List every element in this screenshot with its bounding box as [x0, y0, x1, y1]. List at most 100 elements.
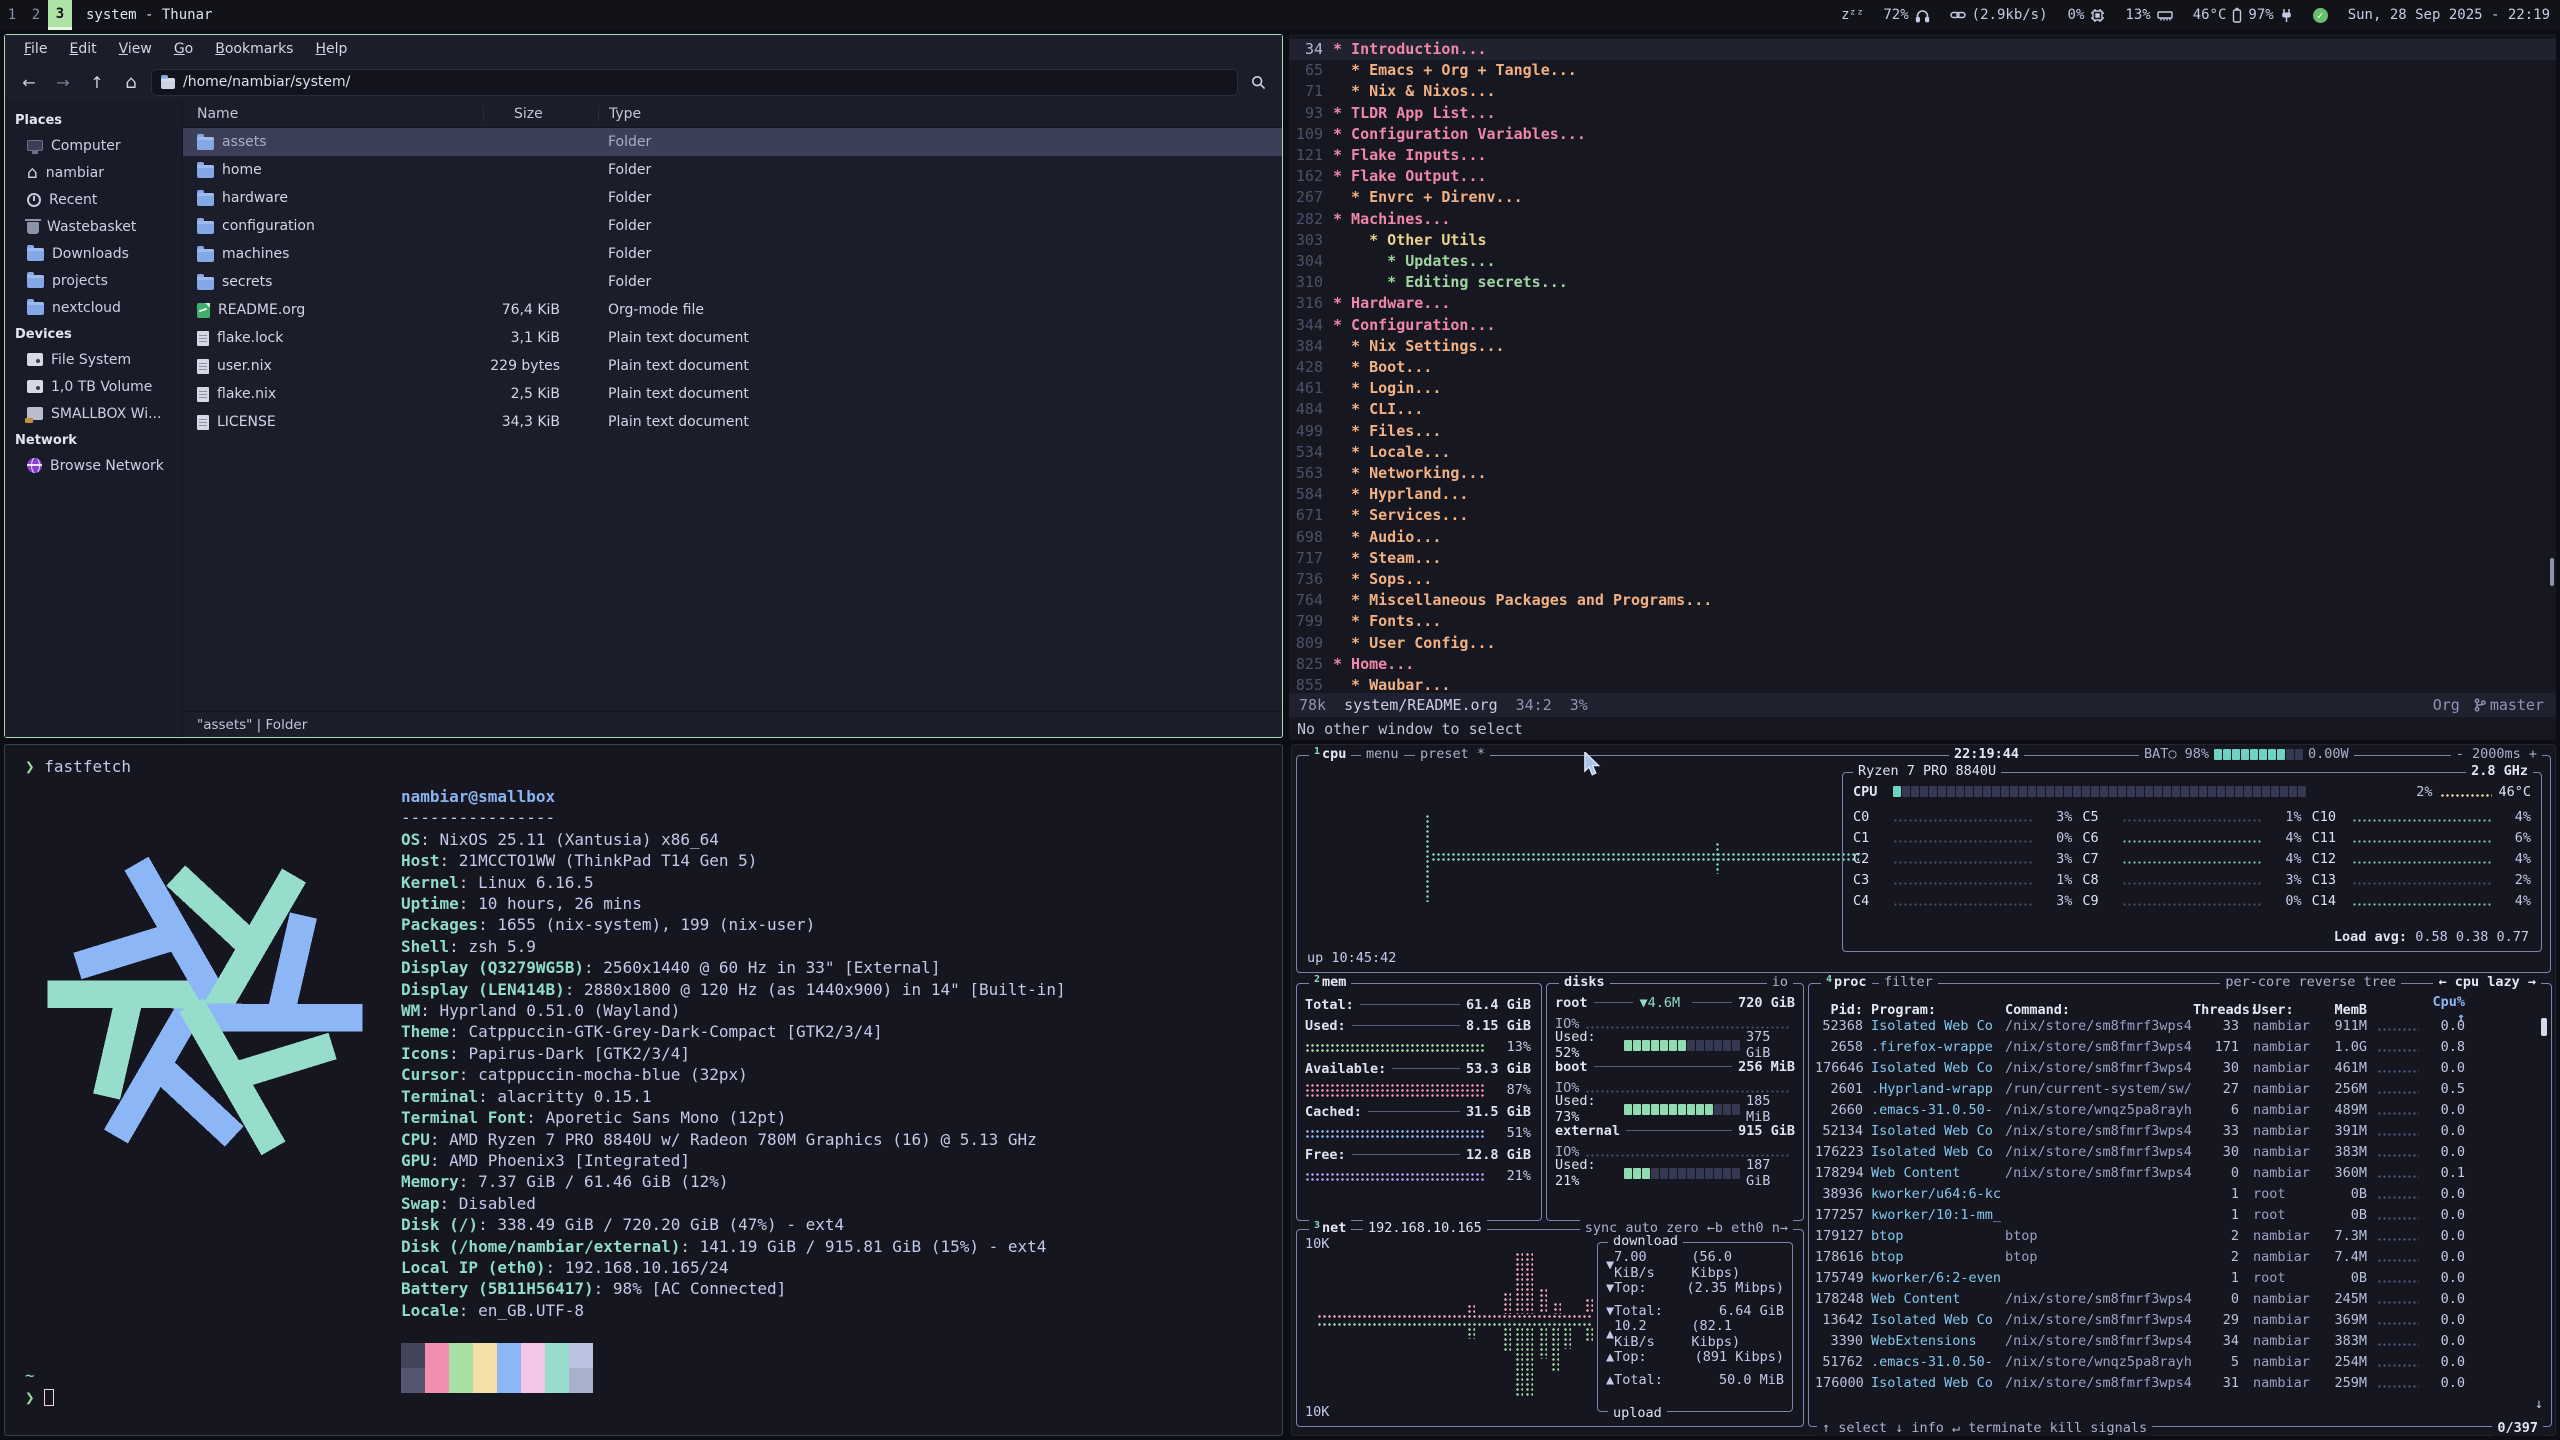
org-outline-line[interactable]: 484 * CLI... [1289, 399, 2556, 420]
org-outline-line[interactable]: 121* Flake Inputs... [1289, 145, 2556, 166]
emacs-scrollbar[interactable] [2550, 558, 2554, 586]
process-row[interactable]: 178616btopbtop2nambiar7.4M0.0 [1809, 1246, 2551, 1267]
org-outline-line[interactable]: 65 * Emacs + Org + Tangle... [1289, 60, 2556, 81]
process-row[interactable]: 13642Isolated Web Co/nix/store/sm8fmrf3w… [1809, 1309, 2551, 1330]
update-interval[interactable]: - 2000ms + [2451, 746, 2542, 762]
menu-edit[interactable]: Edit [60, 38, 105, 60]
sidebar-item-nextcloud[interactable]: nextcloud [5, 294, 182, 321]
org-outline-line[interactable]: 93* TLDR App List... [1289, 103, 2556, 124]
sidebar-item-downloads[interactable]: Downloads [5, 240, 182, 267]
path-bar[interactable]: /home/nambiar/system/ [151, 69, 1238, 96]
back-button[interactable]: ← [15, 69, 43, 95]
sidebar-item-browse-network[interactable]: Browse Network [5, 452, 182, 479]
process-row[interactable]: 178248Web Content/nix/store/sm8fmrf3wps4… [1809, 1288, 2551, 1309]
sidebar-item-computer[interactable]: Computer [5, 132, 182, 159]
network-module[interactable]: (2.9kb/s) [1950, 7, 2048, 23]
org-outline-line[interactable]: 584 * Hyprland... [1289, 484, 2556, 505]
org-outline-line[interactable]: 809 * User Config... [1289, 633, 2556, 654]
process-row[interactable]: 52368Isolated Web Co/nix/store/sm8fmrf3w… [1809, 1015, 2551, 1036]
process-row[interactable]: 38936kworker/u64:6-kc1root0B0.0 [1809, 1183, 2551, 1204]
status-module[interactable]: ✓ [2313, 8, 2328, 23]
org-outline-line[interactable]: 384 * Nix Settings... [1289, 336, 2556, 357]
org-outline-line[interactable]: 764 * Miscellaneous Packages and Program… [1289, 590, 2556, 611]
org-outline-line[interactable]: 534 * Locale... [1289, 442, 2556, 463]
org-outline-line[interactable]: 282* Machines... [1289, 209, 2556, 230]
org-outline-line[interactable]: 799 * Fonts... [1289, 611, 2556, 632]
sidebar-item-projects[interactable]: projects [5, 267, 182, 294]
proc-options[interactable]: per-core reverse tree [2220, 974, 2401, 990]
mem-box-title[interactable]: 2mem [1309, 974, 1351, 990]
menu-go[interactable]: Go [165, 38, 202, 60]
workspace-button-3[interactable]: 3 [48, 0, 72, 30]
org-buffer[interactable]: 34* Introduction...65 * Emacs + Org + Ta… [1289, 34, 2556, 693]
process-row[interactable]: 176646Isolated Web Co/nix/store/sm8fmrf3… [1809, 1057, 2551, 1078]
proc-scrollbar[interactable] [2541, 1018, 2547, 1036]
table-row[interactable]: configurationFolder [183, 212, 1282, 240]
process-row[interactable]: 175749kworker/6:2-even1root0B0.0 [1809, 1267, 2551, 1288]
forward-button[interactable]: → [49, 69, 77, 95]
cpu-module[interactable]: 0% [2068, 7, 2106, 23]
org-outline-line[interactable]: 304 * Updates... [1289, 251, 2556, 272]
sidebar-item-1-0-tb-volume[interactable]: 1,0 TB Volume [5, 373, 182, 400]
org-outline-line[interactable]: 316* Hardware... [1289, 293, 2556, 314]
org-outline-line[interactable]: 162* Flake Output... [1289, 166, 2556, 187]
net-box-title[interactable]: 3net [1309, 1220, 1351, 1236]
sidebar-item-nambiar[interactable]: ⌂nambiar [5, 159, 182, 186]
process-row[interactable]: 52134Isolated Web Co/nix/store/sm8fmrf3w… [1809, 1120, 2551, 1141]
column-size[interactable]: Size [483, 106, 598, 122]
process-row[interactable]: 2660.emacs-31.0.50-/nix/store/wnqz5pa8ra… [1809, 1099, 2551, 1120]
table-row[interactable]: flake.lock3,1 KiBPlain text document [183, 324, 1282, 352]
org-outline-line[interactable]: 428 * Boot... [1289, 357, 2556, 378]
temperature-battery-module[interactable]: 46°C 97% [2193, 7, 2293, 23]
process-row[interactable]: 176223Isolated Web Co/nix/store/sm8fmrf3… [1809, 1141, 2551, 1162]
memory-module[interactable]: 13% [2125, 7, 2172, 23]
cpu-box-title[interactable]: 1cpu [1309, 746, 1351, 762]
table-row[interactable]: secretsFolder [183, 268, 1282, 296]
org-outline-line[interactable]: 303 * Other Utils [1289, 230, 2556, 251]
org-outline-line[interactable]: 698 * Audio... [1289, 527, 2556, 548]
menu-button[interactable]: menu [1361, 746, 1404, 762]
table-row[interactable]: user.nix229 bytesPlain text document [183, 352, 1282, 380]
process-row[interactable]: 177257kworker/10:1-mm_1root0B0.0 [1809, 1204, 2551, 1225]
clock-module[interactable]: Sun, 28 Sep 2025 - 22:19 [2348, 7, 2550, 23]
search-button[interactable] [1244, 69, 1272, 95]
volume-module[interactable]: 72% [1883, 7, 1929, 23]
sidebar-item-recent[interactable]: Recent [5, 186, 182, 213]
io-toggle[interactable]: io [1767, 974, 1793, 990]
column-type[interactable]: Type [598, 106, 1282, 122]
org-outline-line[interactable]: 344* Configuration... [1289, 315, 2556, 336]
table-row[interactable]: flake.nix2,5 KiBPlain text document [183, 380, 1282, 408]
table-row[interactable]: README.org76,4 KiBOrg-mode file [183, 296, 1282, 324]
menu-file[interactable]: File [15, 38, 56, 60]
org-outline-line[interactable]: 71 * Nix & Nixos... [1289, 81, 2556, 102]
table-row[interactable]: LICENSE34,3 KiBPlain text document [183, 408, 1282, 436]
org-outline-line[interactable]: 310 * Editing secrets... [1289, 272, 2556, 293]
proc-footer[interactable]: ↑ select ↓ info ↵ terminate kill signals [1817, 1420, 2152, 1436]
current-prompt[interactable]: ~ ❯ [25, 1365, 54, 1409]
org-outline-line[interactable]: 736 * Sops... [1289, 569, 2556, 590]
org-outline-line[interactable]: 109* Configuration Variables... [1289, 124, 2556, 145]
org-outline-line[interactable]: 717 * Steam... [1289, 548, 2556, 569]
workspace-button-2[interactable]: 2 [24, 0, 48, 30]
org-outline-line[interactable]: 499 * Files... [1289, 421, 2556, 442]
org-outline-line[interactable]: 825* Home... [1289, 654, 2556, 675]
sidebar-item-file-system[interactable]: File System [5, 346, 182, 373]
process-row[interactable]: 2658.firefox-wrappe/nix/store/sm8fmrf3wp… [1809, 1036, 2551, 1057]
disks-box-title[interactable]: disks [1559, 974, 1610, 990]
proc-box-title[interactable]: 4proc [1821, 974, 1872, 990]
proc-sort-mode[interactable]: ← cpu lazy → [2433, 974, 2541, 990]
process-row[interactable]: 176000Isolated Web Co/nix/store/sm8fmrf3… [1809, 1372, 2551, 1393]
menu-bookmarks[interactable]: Bookmarks [206, 38, 302, 60]
workspace-button-1[interactable]: 1 [0, 0, 24, 30]
idle-inhibitor-module[interactable]: zᶻᶻ [1841, 7, 1863, 23]
org-outline-line[interactable]: 461 * Login... [1289, 378, 2556, 399]
table-row[interactable]: hardwareFolder [183, 184, 1282, 212]
filter-button[interactable]: filter [1879, 974, 1938, 990]
org-outline-line[interactable]: 855 * Waubar... [1289, 675, 2556, 693]
org-outline-line[interactable]: 563 * Networking... [1289, 463, 2556, 484]
home-button[interactable]: ⌂ [117, 69, 145, 95]
org-outline-line[interactable]: 267 * Envrc + Direnv... [1289, 187, 2556, 208]
column-name[interactable]: Name [183, 106, 483, 122]
preset-button[interactable]: preset * [1415, 746, 1490, 762]
menu-view[interactable]: View [110, 38, 161, 60]
